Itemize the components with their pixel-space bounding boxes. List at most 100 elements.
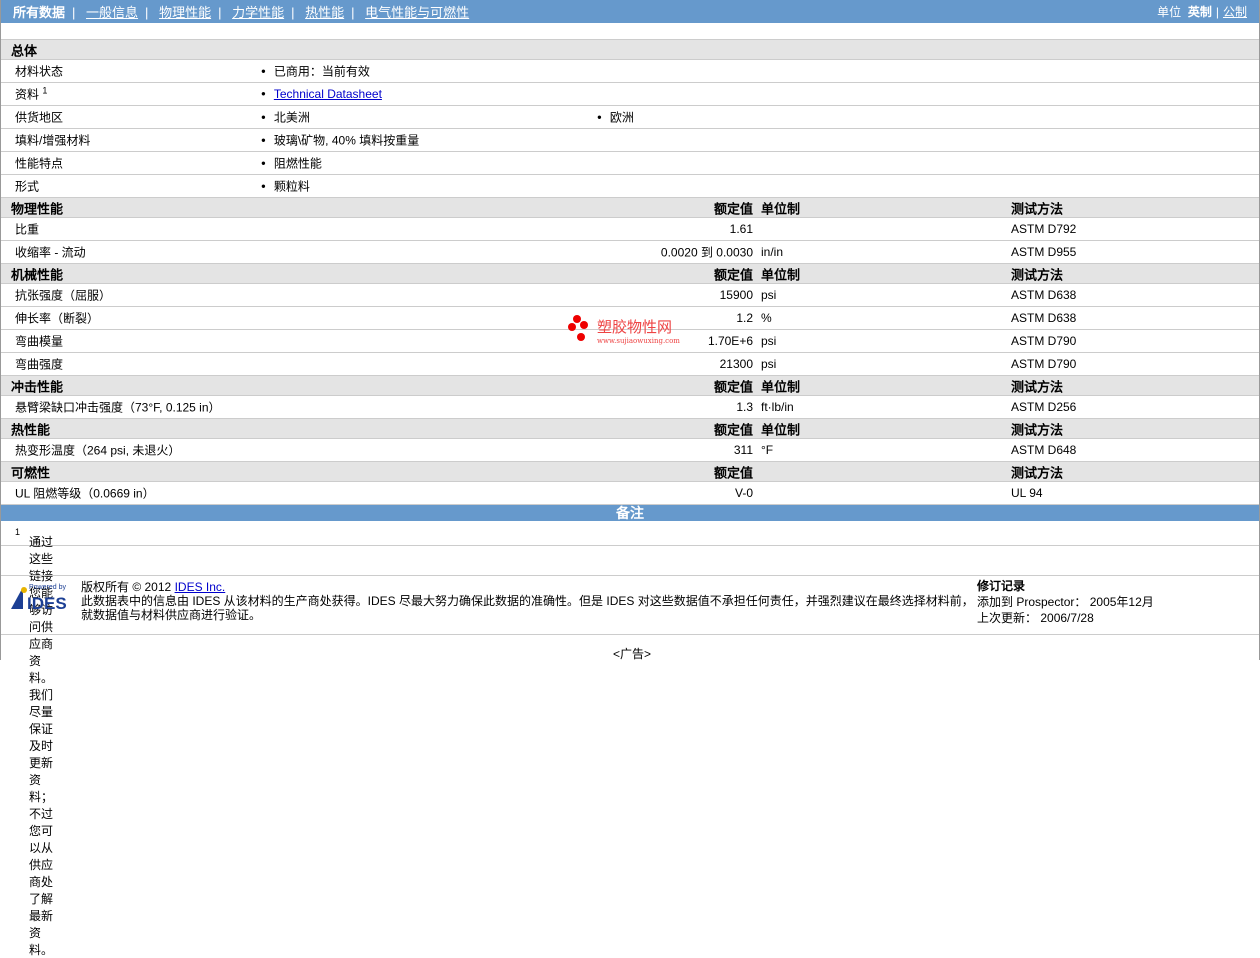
footnote-marker: 1 (42, 85, 48, 96)
unit-english[interactable]: 英制 (1188, 5, 1212, 19)
ides-logo: Powered by IDES (11, 584, 67, 611)
rated-value-header: 额定值 (713, 201, 753, 216)
bullet-item: 阻燃性能 (261, 155, 322, 172)
added-date: 2005年12月 (1089, 595, 1154, 609)
svg-text:塑胶物性网: 塑胶物性网 (597, 318, 672, 336)
nav-all-data[interactable]: 所有数据 (13, 5, 65, 20)
disclaimer-cont: 就数据值与材料供应商进行验证。 (81, 608, 262, 622)
section-header: 热性能 额定值 单位制 测试方法 (1, 419, 1259, 439)
section-title: 冲击性能 (11, 379, 64, 394)
row-label: 弯曲模量 (15, 334, 64, 349)
bullet-item: 玻璃\矿物, 40% 填料按重量 (261, 132, 419, 149)
svg-text:Powered by: Powered by (29, 584, 66, 591)
bullet-item: 已商用：当前有效 (261, 63, 370, 80)
copyright: 版权所有 © 2012 (81, 580, 172, 594)
label-text: 资料 (15, 87, 40, 102)
row-test-method: ASTM D955 (1011, 245, 1077, 259)
row-label: 热变形温度（264 psi, 未退火） (15, 443, 181, 458)
row-unit: in/in (761, 245, 784, 259)
added-label: 添加到 Prospector： (977, 595, 1087, 609)
table-row: 材料状态 已商用：当前有效 (1, 60, 1259, 83)
row-value: 1.70E+6 (707, 334, 753, 348)
updated-date: 2006/7/28 (1040, 611, 1094, 625)
bullet-item: Technical Datasheet (261, 87, 382, 101)
ides-link[interactable]: IDES Inc. (175, 580, 226, 594)
rated-value-header: 额定值 (713, 379, 753, 394)
row-test-method: ASTM D638 (1011, 288, 1077, 302)
row-unit: psi (761, 288, 777, 302)
nav-physical[interactable]: 物理性能 (159, 5, 211, 20)
notes-title: 备注 (1, 505, 1259, 521)
row-value: 1.2 (736, 311, 753, 325)
bullet-item: 欧洲 (597, 109, 634, 126)
unit-header: 单位制 (761, 379, 801, 394)
row-unit: % (761, 311, 772, 325)
row-label: 伸长率（断裂） (15, 311, 100, 326)
test-method-header: 测试方法 (1011, 379, 1064, 394)
notes-row: 1 通过这些链接您能够访问供应商资料。我们尽量保证及时更新资料；不过您可以从供应… (1, 521, 1259, 957)
nav-general[interactable]: 一般信息 (86, 5, 138, 20)
row-label: 性能特点 (15, 156, 64, 171)
section-title: 可燃性 (11, 465, 51, 480)
svg-text:www.sujiaowuxing.com: www.sujiaowuxing.com (597, 337, 680, 345)
section-title: 总体 (11, 43, 38, 58)
row-value: 0.0020 到 0.0030 (660, 245, 753, 260)
datasheet-link[interactable]: Technical Datasheet (274, 87, 382, 101)
note-text-wrap: 1 通过这些链接您能够访问供应商资料。我们尽量保证及时更新资料；不过您可以从供应… (15, 527, 53, 957)
bullet-item: 北美洲 (261, 109, 310, 126)
datasheet-table: 总体材料状态 已商用：当前有效资料 1 Technical Datasheet 供货地… (1, 40, 1259, 957)
row-value: 311 (733, 443, 753, 457)
rev-title: 修订记录 (977, 579, 1026, 593)
row-label: 填料/增强材料 (15, 133, 91, 148)
page: 所有数据 | 一般信息 | 物理性能 | 力学性能 | 热性能 | 电气性能与可燃性 单位… (0, 0, 1260, 957)
row-test-method: ASTM D790 (1011, 357, 1077, 371)
unit-metric[interactable]: 公制 (1223, 5, 1247, 19)
table-row: 供货地区 北美洲 欧洲 (1, 106, 1259, 129)
section-header: 冲击性能 额定值 单位制 测试方法 (1, 376, 1259, 396)
test-method-header: 测试方法 (1011, 422, 1064, 437)
table-row: 性能特点 阻燃性能 (1, 152, 1259, 175)
table-row: 形式 颗粒料 (1, 175, 1259, 198)
row-unit: °F (761, 443, 774, 457)
section-title: 物理性能 (11, 201, 64, 216)
row-test-method: ASTM D638 (1011, 311, 1077, 325)
row-label: 弯曲强度 (15, 357, 64, 372)
section-header: 物理性能 额定值 单位制 测试方法 (1, 198, 1259, 218)
nav-thermal[interactable]: 热性能 (305, 5, 344, 20)
row-test-method: ASTM D256 (1011, 400, 1077, 414)
unit-header: 单位制 (761, 201, 801, 216)
row-value: 1.3 (736, 400, 753, 414)
svg-text:IDES: IDES (27, 594, 67, 611)
bullet-item: 颗粒料 (261, 178, 310, 195)
row-value: 15900 (719, 288, 753, 302)
row-value: 1.61 (729, 222, 753, 236)
row-test-method: ASTM D792 (1011, 222, 1077, 236)
row-unit: psi (761, 357, 777, 371)
test-method-header: 测试方法 (1011, 267, 1064, 282)
table-row: UL 阻燃等级（0.0669 in） V-0 UL 94 (1, 482, 1259, 505)
row-test-method: UL 94 (1011, 486, 1043, 500)
table-row: 收缩率 - 流动 0.0020 到 0.0030 in/in ASTM D955 (1, 241, 1259, 264)
section-title: 热性能 (11, 422, 51, 437)
unit-header: 单位制 (761, 267, 801, 282)
table-row: 热变形温度（264 psi, 未退火） 311 °F ASTM D648 (1, 439, 1259, 462)
row-test-method: ASTM D648 (1011, 443, 1077, 457)
unit-header: 单位制 (761, 422, 801, 437)
rated-value-header: 额定值 (713, 267, 753, 282)
nav-electrical[interactable]: 电气性能与可燃性 (365, 5, 469, 20)
footer: Powered by IDES 版权所有 © 2012 IDES Inc. 此数… (1, 575, 1259, 635)
row-unit: psi (761, 334, 777, 348)
table-row: 悬臂梁缺口冲击强度（73°F, 0.125 in） 1.3 ft·lb/in ASTM… (1, 396, 1259, 419)
row-label: 供货地区 (15, 110, 64, 125)
watermark-logo: 塑胶物性网 www.sujiaowuxing.com (568, 315, 680, 345)
disclaimer: 此数据表中的信息由 IDES 从该材料的生产商处获得。IDES 尽最大努力确保此… (81, 594, 974, 608)
rated-value-header: 额定值 (713, 465, 753, 480)
test-method-header: 测试方法 (1011, 465, 1064, 480)
nav-bar: 所有数据 | 一般信息 | 物理性能 | 力学性能 | 热性能 | 电气性能与可燃性 单位… (1, 0, 1259, 23)
section-title: 机械性能 (11, 267, 64, 282)
nav-mechanical[interactable]: 力学性能 (232, 5, 284, 20)
row-label: 形式 (15, 179, 40, 194)
section-header: 可燃性 额定值 测试方法 (1, 462, 1259, 482)
test-method-header: 测试方法 (1011, 201, 1064, 216)
revision-history: 修订记录 添加到 Prospector： 2005年12月 上次更新： 2006… (977, 578, 1154, 626)
